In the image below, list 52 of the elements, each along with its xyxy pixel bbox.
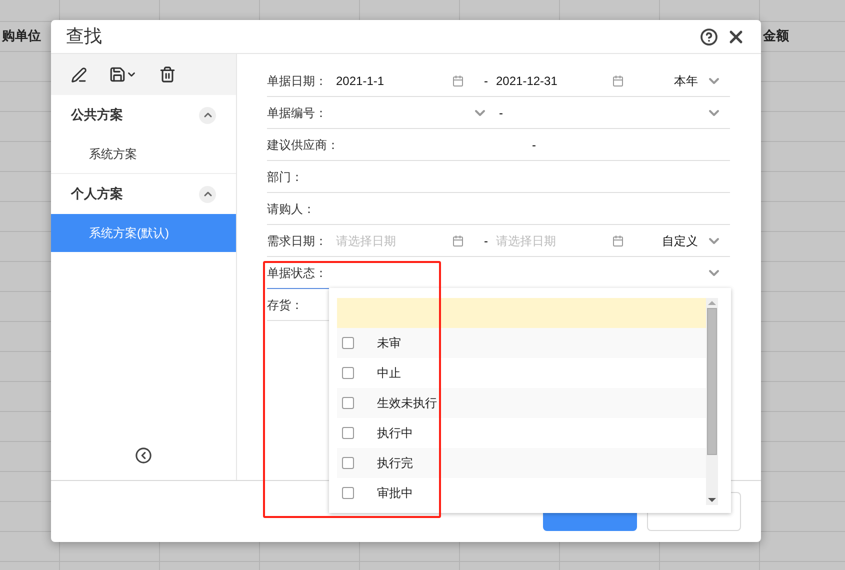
edit-icon[interactable] <box>71 66 87 82</box>
form-row[interactable]: 部门： <box>267 161 730 193</box>
checkbox[interactable] <box>342 487 354 499</box>
column-header: 购单位 <box>2 27 41 46</box>
field-label: 请购人： <box>267 200 316 218</box>
form-row[interactable]: 单据编号： - <box>267 97 730 129</box>
form-row[interactable]: 单据日期： 2021-1-1 - 2021-12-31 本年 <box>267 65 730 97</box>
delete-icon[interactable] <box>159 66 176 83</box>
checkbox[interactable] <box>342 397 354 409</box>
calendar-icon[interactable] <box>612 74 624 86</box>
scheme-item[interactable]: 系统方案 <box>51 135 236 173</box>
calendar-icon[interactable] <box>612 234 624 246</box>
field-label: 单据编号： <box>267 104 328 122</box>
field-label: 部门： <box>267 168 304 186</box>
collapse-panel-icon[interactable] <box>135 447 152 464</box>
form-row[interactable]: 需求日期： 请选择日期 - 请选择日期 自定义 <box>267 225 730 257</box>
field-label: 单据状态： <box>267 264 328 282</box>
range-separator: - <box>498 104 504 122</box>
scroll-down-icon[interactable] <box>708 495 716 505</box>
help-icon[interactable] <box>700 28 718 46</box>
checkbox[interactable] <box>342 367 354 379</box>
checkbox[interactable] <box>342 457 354 469</box>
option-label[interactable]: 执行完 <box>377 454 413 472</box>
field-label: 单据日期： <box>267 72 328 90</box>
range-separator: - <box>483 232 489 250</box>
range-separator: - <box>531 136 537 154</box>
form-row[interactable]: 请购人： <box>267 193 730 225</box>
option-label[interactable]: 生效未执行 <box>377 394 437 412</box>
group-title: 公共方案 <box>71 106 123 124</box>
scroll-up-icon[interactable] <box>708 298 716 308</box>
date-value[interactable]: 2021-12-31 <box>496 72 558 90</box>
option-label[interactable]: 中止 <box>377 364 401 382</box>
preset-select[interactable]: 自定义 <box>662 232 698 250</box>
group-title: 个人方案 <box>71 185 123 204</box>
field-label: 存货： <box>267 296 304 314</box>
option-label[interactable]: 执行中 <box>377 424 413 442</box>
form-row[interactable]: 建议供应商： - <box>267 129 730 161</box>
calendar-icon[interactable] <box>452 74 464 86</box>
field-label: 建议供应商： <box>267 136 336 154</box>
range-separator: - <box>483 72 489 90</box>
calendar-icon[interactable] <box>452 234 464 246</box>
checkbox[interactable] <box>342 337 354 349</box>
preset-select[interactable]: 本年 <box>674 72 698 90</box>
field-label: 需求日期： <box>267 232 328 250</box>
option-label[interactable]: 未审 <box>377 334 401 352</box>
date-value[interactable]: 2021-1-1 <box>336 72 384 90</box>
option-label[interactable]: 审批中 <box>377 484 413 502</box>
save-menu-icon[interactable] <box>109 66 137 83</box>
scrollbar[interactable] <box>706 298 718 505</box>
dialog-title: 查找 <box>66 25 102 48</box>
checkbox[interactable] <box>342 427 354 439</box>
column-header: 金额 <box>763 27 789 46</box>
